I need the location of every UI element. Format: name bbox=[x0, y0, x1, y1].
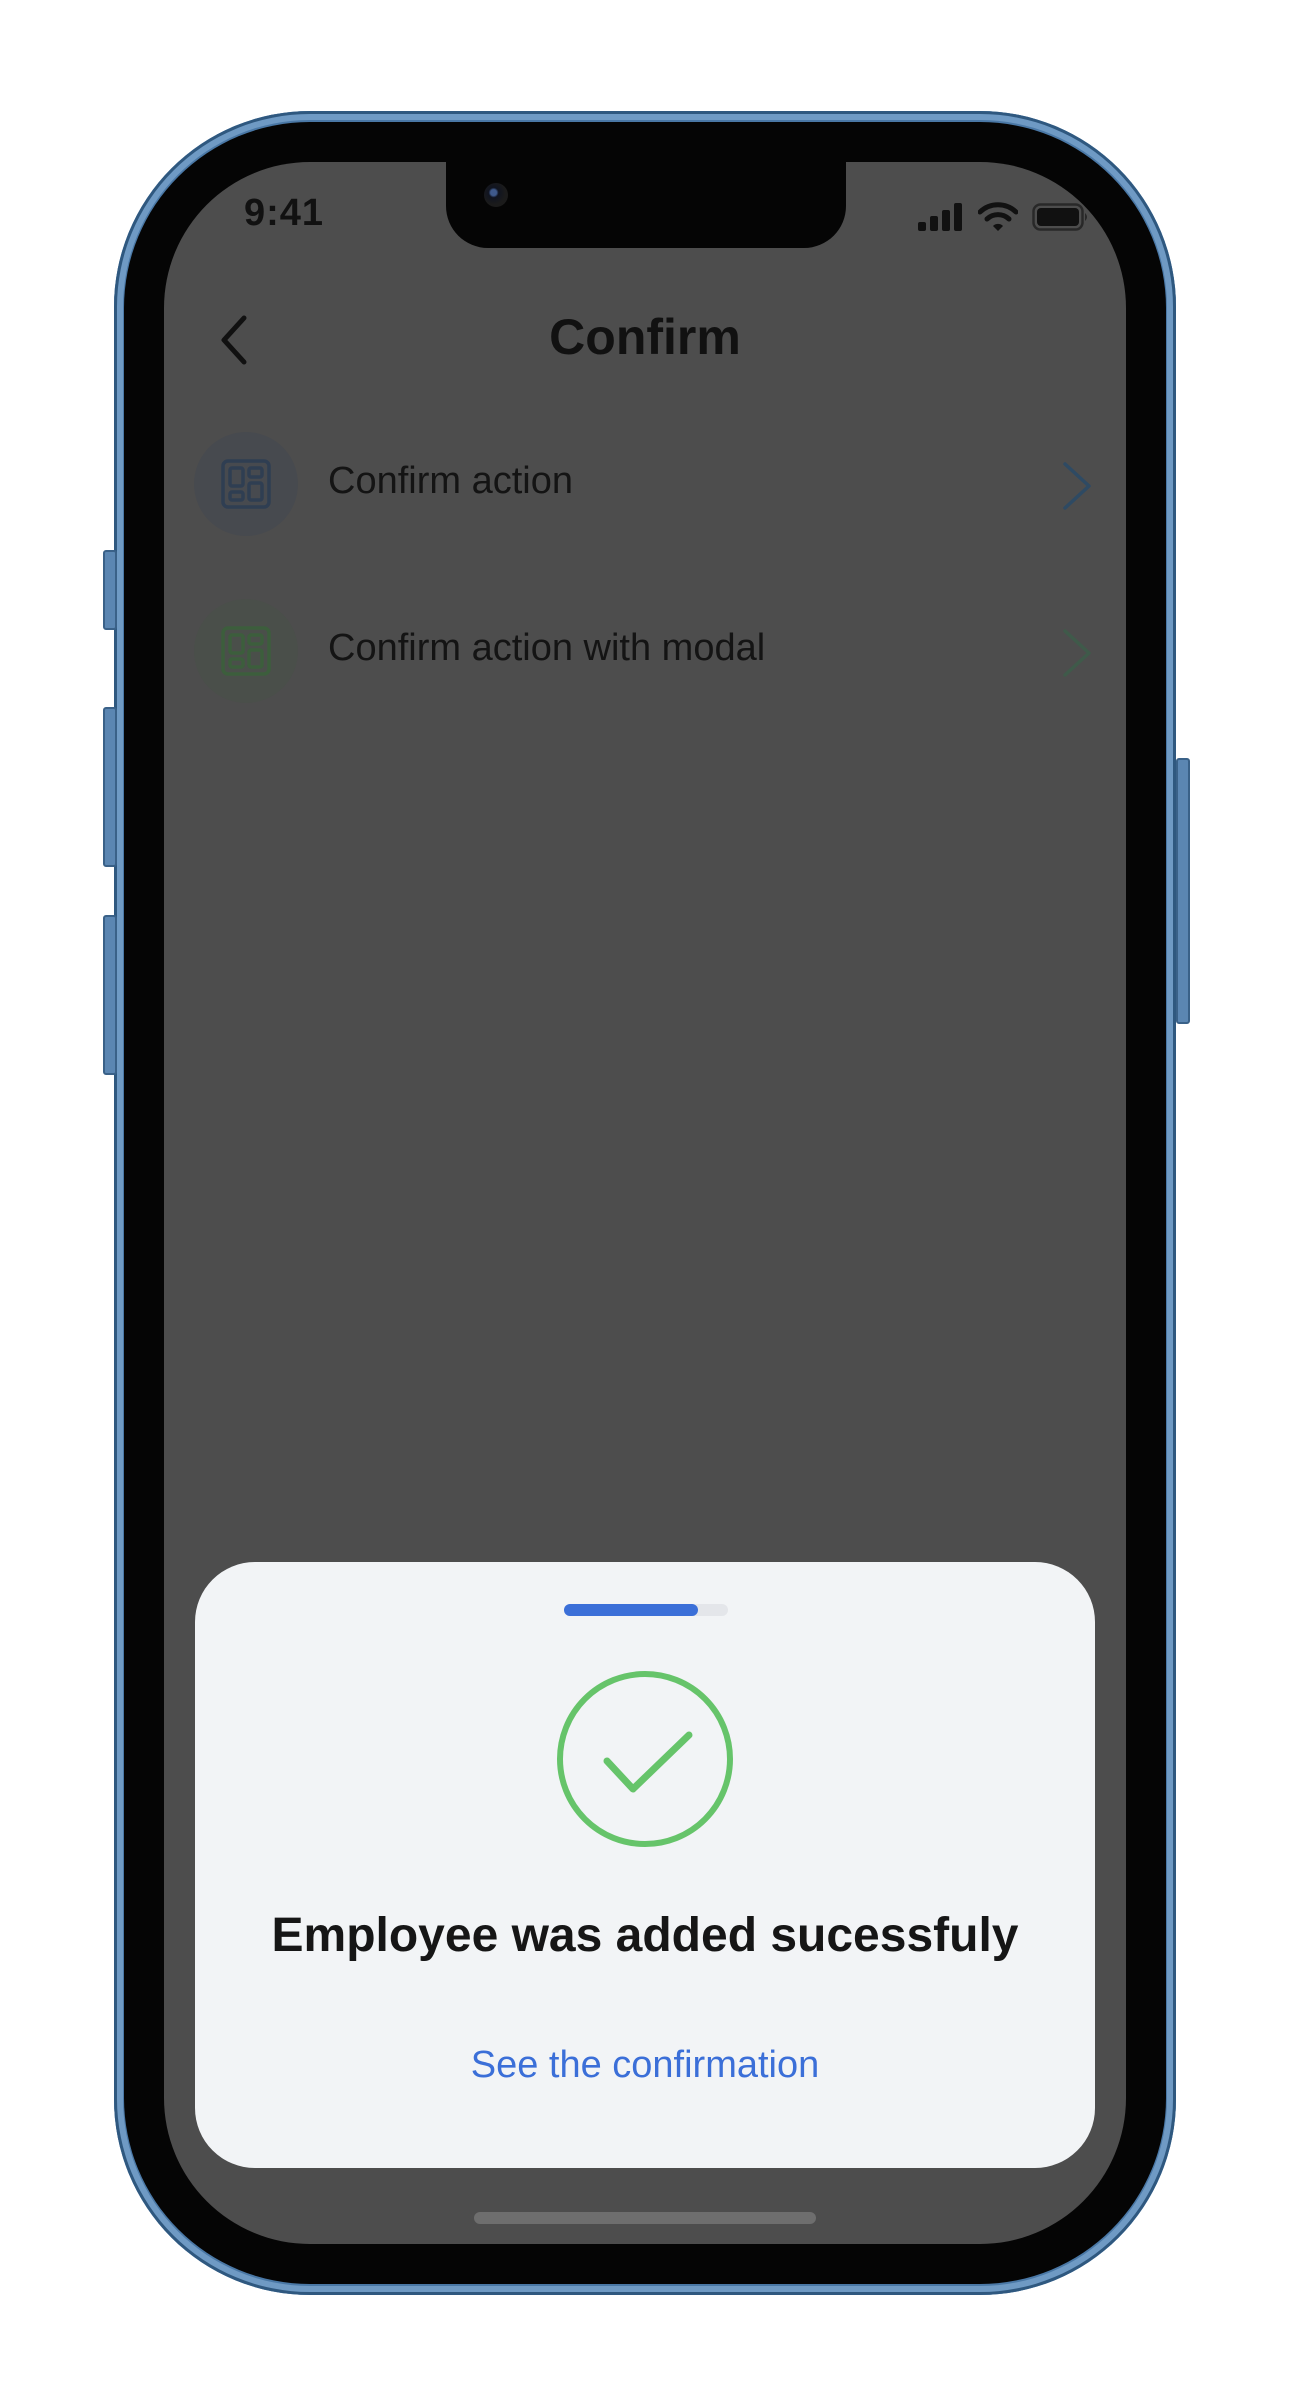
status-time: 9:41 bbox=[244, 192, 325, 234]
row-icon-badge bbox=[194, 432, 298, 536]
front-camera bbox=[484, 183, 508, 207]
mute-switch bbox=[103, 550, 117, 630]
volume-up-button bbox=[103, 707, 117, 867]
layout-grid-icon bbox=[221, 626, 271, 676]
auto-dismiss-progress bbox=[564, 1604, 728, 1616]
see-confirmation-link[interactable]: See the confirmation bbox=[195, 2044, 1095, 2087]
home-indicator[interactable] bbox=[474, 2212, 816, 2224]
check-circle-icon bbox=[557, 1671, 733, 1847]
battery-icon bbox=[1032, 203, 1087, 231]
screen: 9:41 Confirm Confirm action Confirm acti… bbox=[164, 162, 1126, 2244]
row-label: Confirm action with modal bbox=[328, 627, 766, 669]
chevron-right-icon bbox=[1063, 462, 1091, 510]
list-item-confirm-action[interactable]: Confirm action bbox=[194, 432, 1094, 536]
page-title: Confirm bbox=[549, 309, 741, 365]
success-bottom-sheet: Employee was added sucessfuly See the co… bbox=[195, 1562, 1095, 2168]
volume-down-button bbox=[103, 915, 117, 1075]
notch bbox=[446, 162, 846, 248]
success-message: Employee was added sucessfuly bbox=[271, 1909, 1019, 1962]
row-icon-badge bbox=[194, 599, 298, 703]
row-label: Confirm action bbox=[328, 460, 573, 502]
wifi-icon bbox=[978, 202, 1018, 231]
cellular-signal-icon bbox=[918, 203, 962, 231]
power-button bbox=[1176, 758, 1190, 1024]
layout-grid-icon bbox=[221, 459, 271, 509]
progress-fill bbox=[564, 1604, 699, 1616]
status-icons bbox=[918, 202, 1090, 232]
chevron-right-icon bbox=[1063, 629, 1091, 677]
list-item-confirm-action-with-modal[interactable]: Confirm action with modal bbox=[194, 599, 1094, 703]
